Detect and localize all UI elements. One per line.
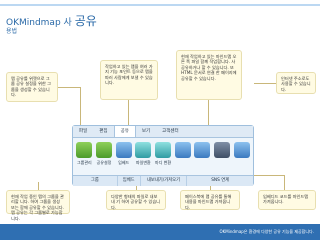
group-label-sns: SNS 연계 bbox=[211, 178, 230, 183]
file-convert-button[interactable]: 파일변환 bbox=[134, 138, 153, 172]
share-icon bbox=[96, 142, 112, 158]
tab-view[interactable]: 보기 bbox=[136, 126, 156, 137]
button-label: 그룹관리 bbox=[76, 160, 92, 165]
connector-line bbox=[58, 87, 80, 88]
sns-button[interactable] bbox=[232, 138, 251, 172]
note-web-address: 인터넷 주소로도 사용할 수 있습니다. bbox=[276, 72, 316, 94]
note-embed-html: 현재 작업하고 있는 마인드맵 오른 쪽 파일 함께 작업합니다. 사 공유하거… bbox=[176, 50, 242, 100]
tab-edit[interactable]: 편집 bbox=[93, 126, 113, 137]
footer-text: OKMindmap은 환경에 다양한 공유 기능을 제공합니다. bbox=[219, 229, 314, 234]
embed-icon bbox=[115, 142, 132, 158]
note-group-create: 맵 공유를 위젯으로 그룹 공유 설정을 위한 그룹을 생성할 수 있습니다. bbox=[6, 72, 58, 102]
ribbon-tabs: 파일 편집 공유 보기 고객센터 bbox=[73, 126, 253, 138]
button-label: 공유설정 bbox=[96, 160, 112, 165]
connector-line bbox=[284, 175, 285, 190]
note-export-file: 다양한 형태의 파일로 내보내 기 하여 공유할 수 있습니다. bbox=[106, 190, 166, 210]
facebook-icon bbox=[174, 142, 191, 158]
twitter-button[interactable] bbox=[193, 138, 212, 172]
sns-icon bbox=[233, 142, 250, 158]
embed-button[interactable]: 임베드 bbox=[114, 138, 133, 172]
button-label: 임베드 bbox=[118, 160, 130, 165]
group-label-embed: 임베드 bbox=[118, 176, 141, 186]
group-label-group: 그룹 bbox=[73, 176, 118, 186]
button-label: 파일변환 bbox=[135, 160, 151, 165]
connector-line bbox=[38, 182, 39, 190]
connector-line bbox=[254, 175, 284, 176]
group-icon bbox=[76, 142, 93, 158]
note-send-map: 작업하고 있는 맵을 여러 가지 기능 포인트 등으로 맵을 파러 사람에게 보… bbox=[100, 60, 158, 100]
tab-support[interactable]: 고객센터 bbox=[156, 126, 185, 137]
ribbon-buttons: 그룹관리 공유설정 임베드 파일변환 마디 변환 bbox=[75, 138, 251, 174]
tab-file[interactable]: 파일 bbox=[73, 126, 93, 137]
tab-share[interactable]: 공유 bbox=[113, 126, 136, 137]
page-title: OKMindmap 사 공유 bbox=[6, 12, 97, 29]
connector-line bbox=[136, 186, 137, 190]
note-embedded-code: 임베디드 코드를 마인드맵 가져옵니다. bbox=[258, 190, 316, 210]
page-subtitle: 용법 bbox=[6, 28, 18, 35]
node-convert-button[interactable]: 마디 변환 bbox=[154, 138, 173, 172]
blog-icon bbox=[214, 142, 231, 158]
share-settings-button[interactable]: 공유설정 bbox=[95, 138, 114, 172]
file-icon bbox=[135, 142, 152, 158]
connector-line bbox=[254, 83, 276, 84]
facebook-button[interactable] bbox=[173, 138, 192, 172]
twitter-icon bbox=[194, 142, 211, 158]
group-label-export: 내보내기/가져오기 bbox=[141, 176, 188, 186]
group-manage-button[interactable]: 그룹관리 bbox=[75, 138, 94, 172]
node-icon bbox=[155, 142, 172, 158]
top-divider bbox=[0, 4, 320, 6]
title-highlight: 공유 bbox=[74, 14, 97, 28]
button-label: 마디 변환 bbox=[155, 160, 172, 165]
ribbon-toolbar: 파일 편집 공유 보기 고객센터 그룹관리 공유설정 임베드 파일변환 마디 변… bbox=[72, 125, 254, 186]
note-group-manage: 현재 작업 중인 맵의 그룹을 관리할 니다. 하여 그룹을 생성 또는 함께 … bbox=[6, 190, 70, 221]
connector-line bbox=[210, 186, 211, 190]
ribbon-groups: 그룹 임베드 내보내기/가져오기 SNS 연계 bbox=[73, 175, 253, 186]
note-facebook: 페이스북에 맵 공유를 통해 내용을 마인드맵 가져옵니다. bbox=[180, 190, 240, 210]
blog-button[interactable] bbox=[213, 138, 232, 172]
